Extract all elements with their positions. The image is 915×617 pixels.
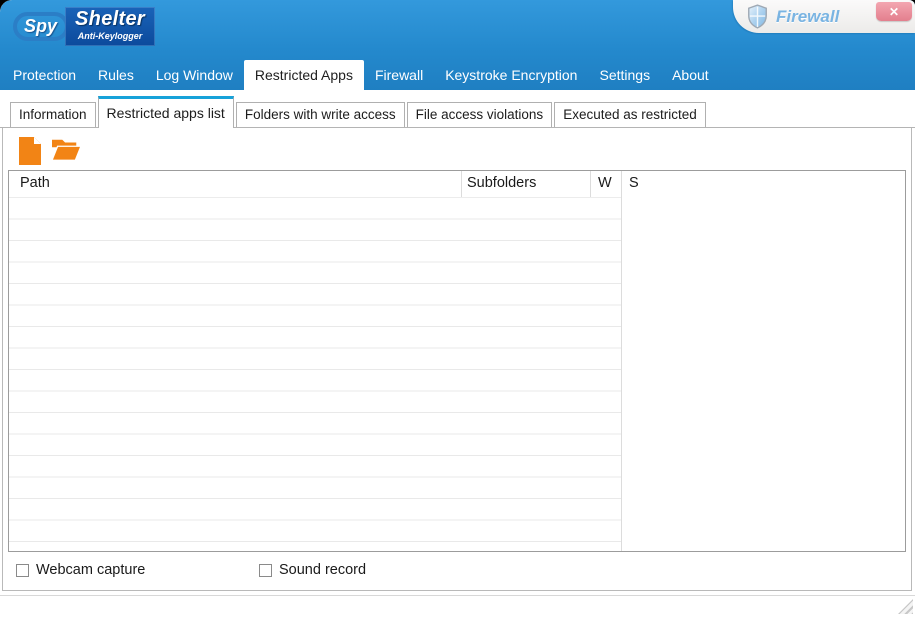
- toolbar: [18, 135, 92, 167]
- logo-spy-ring: Spy: [13, 12, 69, 41]
- column-header-w[interactable]: W: [598, 175, 612, 191]
- tab-file-access-violations[interactable]: File access violations: [406, 102, 553, 127]
- logo-shelter-text: Shelter: [75, 8, 145, 30]
- spyshelter-window: Spy Shelter Anti-Keylogger Firewall ✕ Pr…: [0, 0, 915, 617]
- sound-record-label: Sound record: [279, 562, 367, 578]
- main-menu: Protection Rules Log Window Restricted A…: [2, 60, 720, 90]
- webcam-capture-label: Webcam capture: [36, 562, 146, 578]
- close-icon: ✕: [888, 5, 900, 19]
- menu-item-log-window[interactable]: Log Window: [145, 60, 244, 90]
- tab-restricted-apps-list[interactable]: Restricted apps list: [97, 96, 234, 128]
- menu-item-rules[interactable]: Rules: [87, 60, 145, 90]
- options-row: Webcam capture Sound record: [3, 555, 911, 589]
- logo-spy-text: Spy: [24, 16, 58, 36]
- webcam-capture-option: Webcam capture: [16, 562, 145, 578]
- tab-executed-as-restricted[interactable]: Executed as restricted: [554, 102, 706, 127]
- add-file-button[interactable]: [18, 136, 42, 166]
- remove-button[interactable]: [90, 144, 92, 159]
- sound-record-checkbox[interactable]: [259, 563, 272, 577]
- app-logo: Spy Shelter Anti-Keylogger: [13, 7, 155, 46]
- firewall-badge-label: Firewall: [776, 6, 840, 26]
- column-header-s[interactable]: S: [629, 175, 639, 191]
- resize-grip[interactable]: [898, 599, 913, 614]
- statusbar-divider: [0, 595, 915, 596]
- menu-item-restricted-apps[interactable]: Restricted Apps: [243, 60, 364, 90]
- menu-item-firewall[interactable]: Firewall: [364, 60, 434, 90]
- menu-item-about[interactable]: About: [661, 60, 720, 90]
- logo-shelter-box: Shelter Anti-Keylogger: [65, 7, 155, 46]
- close-button[interactable]: ✕: [876, 2, 912, 21]
- tab-strip: Information Restricted apps list Folders…: [0, 90, 915, 128]
- tab-information[interactable]: Information: [10, 102, 96, 127]
- sound-record-option: Sound record: [259, 562, 366, 578]
- titlebar: Spy Shelter Anti-Keylogger Firewall ✕ Pr…: [0, 0, 915, 90]
- column-header-path[interactable]: Path: [20, 175, 50, 191]
- menu-item-protection[interactable]: Protection: [2, 60, 87, 90]
- table-body-empty-rows[interactable]: [9, 198, 621, 551]
- logo-subtitle: Anti-Keylogger: [77, 31, 143, 41]
- webcam-capture-checkbox[interactable]: [16, 563, 29, 577]
- tab-folders-with-write-access[interactable]: Folders with write access: [235, 102, 405, 127]
- add-folder-button[interactable]: [51, 136, 82, 167]
- shield-icon: [747, 4, 768, 29]
- restricted-apps-table: Path Subfolders W S: [8, 170, 906, 552]
- menu-item-settings[interactable]: Settings: [588, 60, 661, 90]
- document-icon: [18, 136, 42, 169]
- column-header-subfolders[interactable]: Subfolders: [467, 175, 536, 191]
- column-divider[interactable]: [621, 171, 622, 551]
- menu-item-keystroke-encryption[interactable]: Keystroke Encryption: [434, 60, 588, 90]
- restricted-apps-panel: Path Subfolders W S Webcam capture Sound…: [2, 128, 912, 591]
- open-folder-icon: [51, 136, 82, 167]
